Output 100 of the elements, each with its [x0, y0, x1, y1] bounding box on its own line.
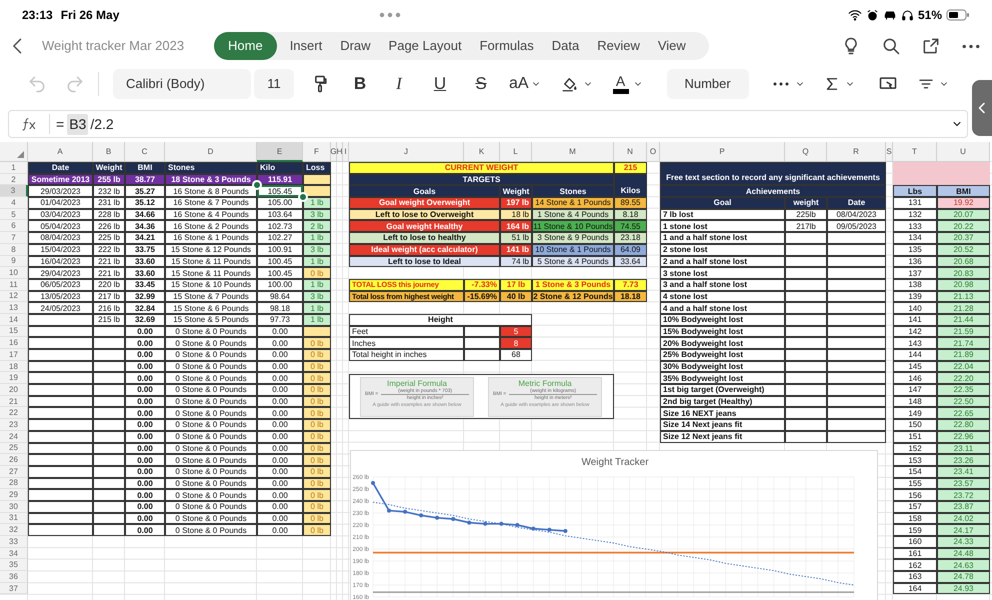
- row-header[interactable]: 29: [0, 489, 28, 501]
- row-header[interactable]: 26: [0, 454, 28, 466]
- row-header[interactable]: 14: [0, 314, 28, 326]
- section-caption: Free text section to record any significant achievements: [660, 162, 886, 186]
- table-cell: 132: [893, 208, 937, 220]
- table-cell: 0.00: [257, 454, 303, 466]
- column-header[interactable]: G: [331, 142, 337, 162]
- row-header[interactable]: 19: [0, 372, 28, 384]
- row-header[interactable]: 25: [0, 442, 28, 454]
- ribbon-tab[interactable]: Page Layout: [380, 32, 471, 60]
- row-header[interactable]: 5: [0, 208, 28, 220]
- table-cell: 226 lb: [93, 220, 125, 232]
- column-header[interactable]: B: [93, 142, 125, 162]
- column-header[interactable]: P: [660, 142, 785, 162]
- row-header[interactable]: 12: [0, 290, 28, 302]
- table-cell: [827, 407, 886, 420]
- table-cell: 32.69: [125, 314, 165, 326]
- row-header[interactable]: 18: [0, 360, 28, 372]
- column-header[interactable]: A: [28, 142, 93, 162]
- table-cell: 228 lb: [93, 208, 125, 220]
- underline-button[interactable]: U: [429, 71, 451, 97]
- row-header[interactable]: 17: [0, 349, 28, 361]
- column-header[interactable]: M: [532, 142, 614, 162]
- ribbon-tab[interactable]: Insert: [280, 32, 332, 60]
- row-header[interactable]: 27: [0, 466, 28, 478]
- row-header[interactable]: 11: [0, 278, 28, 291]
- row-header[interactable]: 31: [0, 512, 28, 524]
- formula-bar[interactable]: = B3 /2.2: [8, 110, 968, 138]
- number-format-field[interactable]: Number: [666, 69, 749, 99]
- font-color-button[interactable]: A: [612, 69, 643, 99]
- bold-button[interactable]: B: [349, 71, 371, 97]
- column-header[interactable]: Q: [785, 142, 827, 162]
- row-header[interactable]: 20: [0, 384, 28, 396]
- table-cell: 32.99: [125, 290, 165, 302]
- row-header[interactable]: 34: [0, 548, 28, 560]
- table-cell: 20.83: [937, 267, 990, 279]
- table-cell: [28, 407, 93, 420]
- column-heading: BMI: [125, 162, 165, 174]
- table-cell: 140: [893, 302, 937, 314]
- row-header[interactable]: 4: [0, 197, 28, 209]
- column-header[interactable]: K: [464, 142, 500, 162]
- side-panel-handle[interactable]: [972, 80, 992, 136]
- column-header[interactable]: L: [500, 142, 532, 162]
- column-header[interactable]: S: [886, 142, 893, 162]
- ribbon-tab[interactable]: Review: [588, 32, 649, 60]
- row-header[interactable]: 16: [0, 337, 28, 349]
- row-header[interactable]: 22: [0, 407, 28, 420]
- ribbon-tab[interactable]: Draw: [331, 32, 380, 60]
- ribbon-tab[interactable]: Data: [542, 32, 588, 60]
- table-cell: 34.21: [125, 232, 165, 244]
- column-header[interactable]: D: [165, 142, 257, 162]
- row-header[interactable]: 33: [0, 536, 28, 548]
- row-header[interactable]: 1: [0, 162, 28, 174]
- italic-button[interactable]: I: [388, 71, 410, 97]
- table-cell: 21.13: [937, 290, 990, 302]
- table-cell: 24/05/2023: [28, 302, 93, 314]
- row-header[interactable]: 6: [0, 220, 28, 232]
- row-header[interactable]: 8: [0, 244, 28, 256]
- column-header[interactable]: N: [614, 142, 647, 162]
- row-header[interactable]: 10: [0, 267, 28, 279]
- column-header[interactable]: O: [647, 142, 660, 162]
- row-header[interactable]: 3: [0, 185, 28, 198]
- table-cell: 24.17: [937, 524, 990, 536]
- column-header[interactable]: U: [937, 142, 990, 162]
- row-header[interactable]: 21: [0, 396, 28, 408]
- row-header[interactable]: 30: [0, 500, 28, 513]
- row-header[interactable]: 35: [0, 559, 28, 572]
- table-cell: 24.33: [937, 536, 990, 548]
- column-header[interactable]: F: [303, 142, 331, 162]
- data-point: [499, 521, 504, 526]
- ribbon-tab[interactable]: Home: [214, 32, 277, 60]
- column-header[interactable]: R: [827, 142, 886, 162]
- status-time: 23:13: [22, 7, 53, 24]
- table-cell: [827, 360, 886, 372]
- row-header[interactable]: 23: [0, 419, 28, 431]
- strikethrough-button[interactable]: S: [470, 71, 492, 97]
- column-header[interactable]: E: [257, 142, 303, 162]
- row-header[interactable]: 13: [0, 302, 28, 314]
- column-header[interactable]: C: [125, 142, 165, 162]
- text-size-button[interactable]: aA: [509, 71, 541, 97]
- row-header[interactable]: 32: [0, 524, 28, 536]
- row-header[interactable]: 9: [0, 256, 28, 268]
- table-cell: Inches: [349, 337, 464, 349]
- row-header[interactable]: 28: [0, 478, 28, 490]
- row-header[interactable]: 7: [0, 232, 28, 244]
- font-name-field[interactable]: Calibri (Body): [113, 69, 251, 99]
- column-header[interactable]: H: [337, 142, 343, 162]
- row-header[interactable]: 2: [0, 174, 28, 186]
- table-cell: 0 lb: [303, 524, 331, 536]
- column-header[interactable]: J: [349, 142, 464, 162]
- row-header[interactable]: 37: [0, 582, 28, 594]
- row-header[interactable]: 36: [0, 571, 28, 583]
- table-cell: [785, 384, 827, 396]
- column-header[interactable]: I: [343, 142, 349, 162]
- ribbon-tab[interactable]: View: [648, 32, 695, 60]
- row-header[interactable]: 15: [0, 326, 28, 338]
- font-size-field[interactable]: 11: [254, 69, 294, 99]
- column-header[interactable]: T: [893, 142, 937, 162]
- ribbon-tab[interactable]: Formulas: [470, 32, 543, 60]
- row-header[interactable]: 24: [0, 430, 28, 442]
